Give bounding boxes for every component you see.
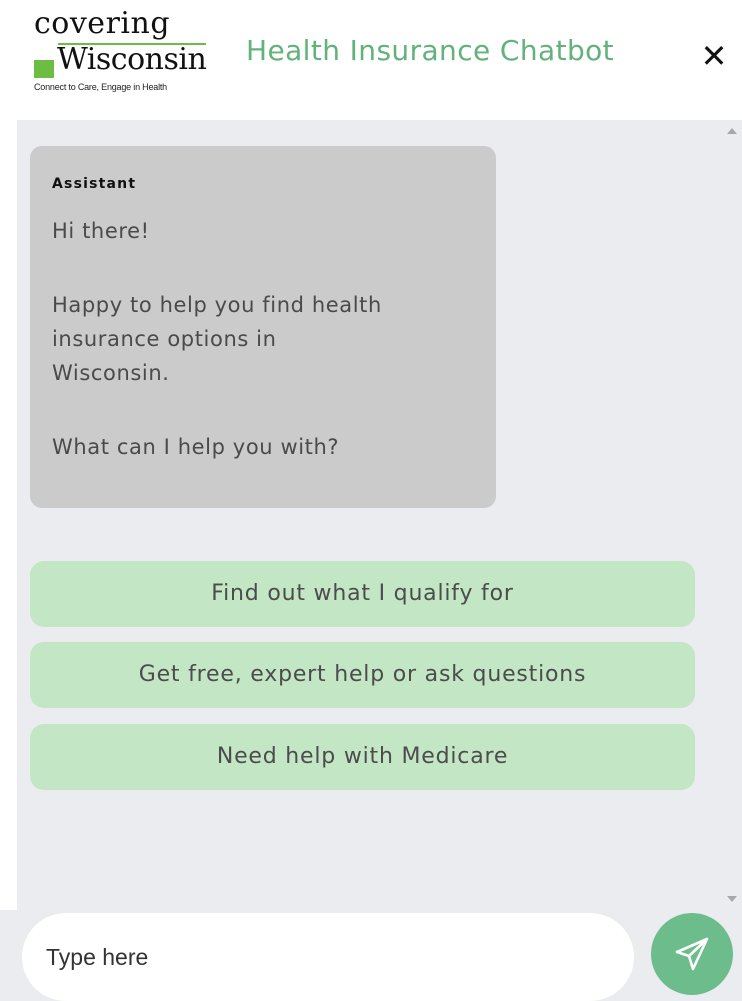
message-body-line: insurance options in bbox=[52, 327, 277, 351]
logo-word-covering: covering bbox=[34, 6, 171, 41]
message-question: What can I help you with? bbox=[52, 435, 340, 459]
covering-wisconsin-logo: covering Wisconsin Connect to Care, Enga… bbox=[30, 6, 230, 96]
close-button[interactable]: ✕ bbox=[696, 36, 732, 76]
option-medicare-button[interactable]: Need help with Medicare bbox=[30, 724, 695, 790]
message-body-line: Wisconsin. bbox=[52, 361, 170, 385]
option-expert-help-button[interactable]: Get free, expert help or ask questions bbox=[30, 642, 695, 708]
logo-word-wisconsin: Wisconsin bbox=[57, 42, 207, 77]
assistant-message: Assistant Hi there! Happy to help you fi… bbox=[30, 146, 496, 508]
chat-title: Health Insurance Chatbot bbox=[246, 34, 615, 67]
logo-green-square bbox=[34, 60, 54, 78]
message-body-line: Happy to help you find health bbox=[52, 293, 382, 317]
chat-header: covering Wisconsin Connect to Care, Enga… bbox=[0, 0, 742, 120]
paper-plane-icon bbox=[675, 937, 709, 971]
scroll-down-arrow-icon[interactable] bbox=[727, 896, 737, 902]
option-qualify-button[interactable]: Find out what I qualify for bbox=[30, 561, 695, 627]
send-button[interactable] bbox=[651, 913, 733, 995]
message-composer bbox=[0, 910, 742, 1001]
chat-transcript: Assistant Hi there! Happy to help you fi… bbox=[17, 120, 720, 910]
message-body: Happy to help you find health insurance … bbox=[52, 288, 474, 390]
scroll-up-arrow-icon[interactable] bbox=[727, 128, 737, 134]
message-greeting: Hi there! bbox=[52, 219, 150, 243]
chat-scrollbar[interactable] bbox=[720, 120, 742, 910]
logo-tagline: Connect to Care, Engage in Health bbox=[34, 82, 167, 92]
message-sender: Assistant bbox=[52, 176, 137, 192]
message-input[interactable] bbox=[22, 913, 634, 1001]
